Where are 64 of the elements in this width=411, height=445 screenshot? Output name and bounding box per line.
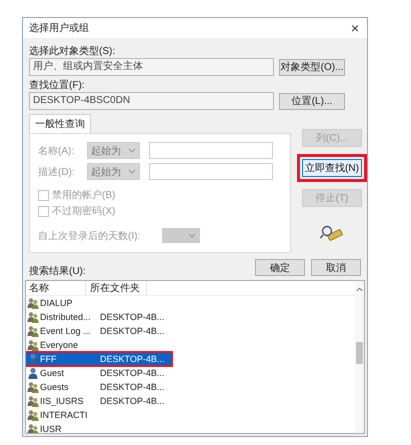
chevron-icon — [188, 233, 196, 238]
list-row[interactable]: Guest DESKTOP-4B... — [26, 367, 171, 379]
locations-button[interactable]: 位置(L)... — [279, 92, 345, 110]
dialog-button[interactable]: 取消 — [311, 259, 361, 276]
field-label: 选择此对象类型(S): — [29, 45, 116, 58]
list-row[interactable]: FFF DESKTOP-4B... — [26, 353, 171, 365]
list-row[interactable]: Event Log ... DESKTOP-4B... — [26, 325, 171, 337]
list-row[interactable]: INTERACTI — [26, 409, 171, 421]
close-button[interactable]: × — [346, 20, 363, 36]
field-label: 查找位置(F): — [29, 79, 86, 92]
field-label: 名称(A): — [38, 144, 76, 158]
object-type-field: 用户、组或内置安全主体 — [29, 58, 274, 76]
table-cell-text: Guests — [40, 381, 70, 393]
table-cell-text: DESKTOP-4B... — [100, 353, 166, 365]
user-group-icon — [27, 339, 39, 351]
scrollbar[interactable] — [355, 281, 364, 433]
table-cell-text: IIS_IUSRS — [40, 395, 85, 407]
table-cell-text: DESKTOP-4B... — [100, 311, 166, 323]
column-header[interactable]: 所在文件夹 — [86, 281, 147, 295]
table-cell-text: INTERACTI — [40, 409, 89, 421]
side-button[interactable]: 立即查找(N) — [302, 159, 362, 177]
table-cell-text: Event Log ... — [40, 325, 92, 337]
user-group-icon — [27, 423, 39, 433]
table-cell-text: FFF — [40, 353, 58, 365]
list-row[interactable]: Distributed... DESKTOP-4B... — [26, 311, 171, 323]
field-label: 描述(D): — [38, 166, 76, 178]
user-group-icon — [27, 311, 39, 323]
user-icon — [27, 353, 39, 365]
checkbox-label: 不过期密码(X) — [52, 204, 116, 218]
list-row[interactable]: Guests DESKTOP-4B... — [26, 381, 171, 393]
user-group-icon — [27, 297, 39, 309]
table-cell-text: Guest — [40, 367, 66, 379]
list-row[interactable]: IIS_IUSRS DESKTOP-4B... — [26, 395, 171, 407]
location-field: DESKTOP-4BSC0DN — [29, 92, 274, 110]
table-cell-text: DESKTOP-4B... — [100, 381, 166, 393]
user-icon — [27, 367, 39, 379]
table-cell-text: IUSR — [40, 423, 63, 433]
user-group-icon — [27, 381, 39, 393]
checkbox-label: 禁用的帐户(B) — [52, 188, 116, 202]
list-row[interactable]: DIALUP — [26, 297, 171, 309]
window-title: 选择用户或组 — [29, 22, 89, 35]
scroll-thumb[interactable] — [356, 342, 363, 364]
chevron-icon — [128, 148, 136, 153]
user-group-icon — [27, 409, 39, 421]
column-header[interactable]: 名称 — [29, 281, 86, 295]
tab[interactable]: 一般性查询 — [29, 114, 91, 133]
user-group-icon — [27, 395, 39, 407]
table-cell-text: Everyone — [40, 339, 80, 351]
field-label: 自上次登录后的天数(I): — [38, 230, 142, 242]
table-cell-text: DESKTOP-4B... — [100, 325, 166, 337]
list-row[interactable]: IUSR — [26, 423, 171, 433]
days-dropdown[interactable] — [162, 228, 200, 243]
user-group-icon — [27, 325, 39, 337]
chevron-icon — [128, 169, 136, 174]
scroll-up-icon — [356, 287, 363, 292]
table-cell-text: DIALUP — [40, 297, 74, 309]
list-row[interactable]: Everyone — [26, 339, 171, 351]
object-types-button[interactable]: 对象类型(O)... — [279, 58, 345, 76]
dialog-button[interactable]: 确定 — [255, 259, 305, 276]
search-icon — [320, 224, 344, 242]
results-label: 搜索结果(U): — [29, 265, 86, 278]
table-cell-text: DESKTOP-4B... — [100, 395, 166, 407]
table-cell-text: Distributed... — [40, 311, 92, 323]
table-cell-text: DESKTOP-4B... — [100, 367, 166, 379]
